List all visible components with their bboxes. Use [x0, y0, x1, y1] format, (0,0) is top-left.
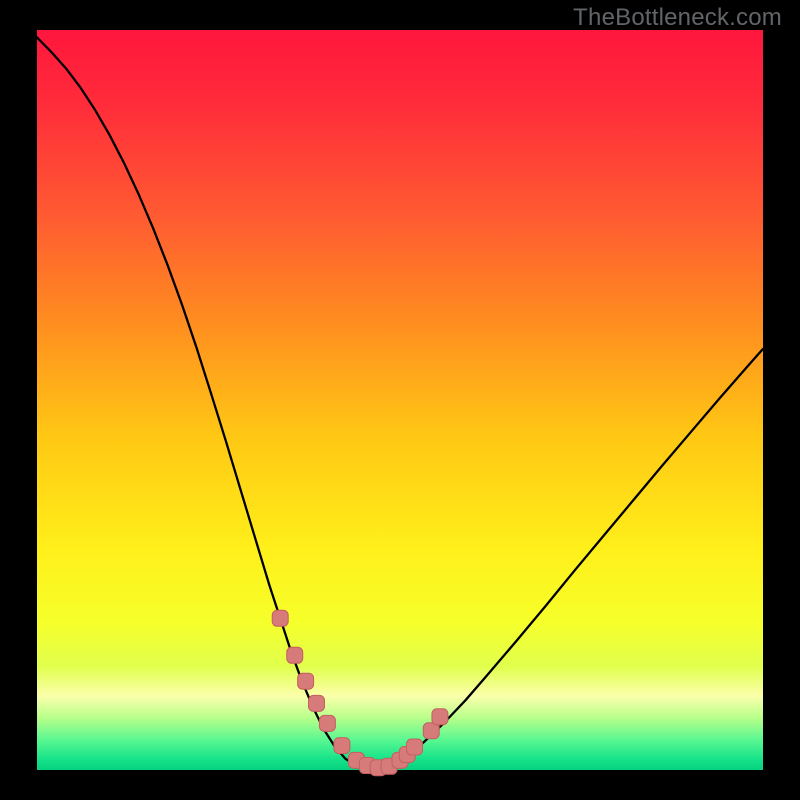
marker-point: [407, 739, 423, 755]
plot-background: [37, 30, 763, 770]
marker-point: [287, 647, 303, 663]
marker-point: [319, 715, 335, 731]
bottleneck-plot: [0, 0, 800, 800]
marker-point: [334, 738, 350, 754]
marker-point: [432, 709, 448, 725]
marker-point: [309, 695, 325, 711]
chart-frame: TheBottleneck.com: [0, 0, 800, 800]
watermark-text: TheBottleneck.com: [573, 4, 782, 32]
marker-point: [272, 610, 288, 626]
marker-point: [298, 673, 314, 689]
